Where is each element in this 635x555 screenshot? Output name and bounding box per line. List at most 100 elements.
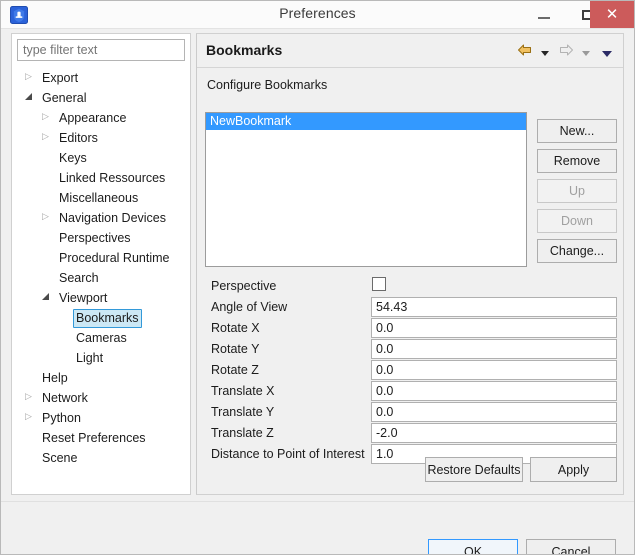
- cancel-button[interactable]: Cancel: [526, 539, 616, 554]
- history-dropdown-caret-icon[interactable]: [602, 50, 612, 57]
- back-arrow-icon[interactable]: [517, 41, 533, 59]
- ok-button[interactable]: OK: [428, 539, 518, 554]
- bookmark-properties-form: Perspective Angle of View Rotate X Rotate Y…: [205, 276, 617, 465]
- down-button: Down: [537, 209, 617, 233]
- form-row: Translate Y: [205, 402, 617, 423]
- form-row: Translate Z: [205, 423, 617, 444]
- tree-item-general[interactable]: General: [13, 87, 189, 107]
- tree-item-linked-ressources[interactable]: Linked Ressources: [13, 167, 189, 187]
- rotate-y-input[interactable]: [371, 339, 617, 359]
- form-label: Distance to Point of Interest: [211, 447, 365, 461]
- expand-arrow-icon[interactable]: ▷: [42, 132, 49, 141]
- expand-arrow-icon[interactable]: ▷: [25, 392, 32, 401]
- form-label: Translate X: [211, 384, 275, 398]
- expand-arrow-icon[interactable]: ▷: [25, 412, 32, 421]
- tree-item-label: Reset Preferences: [42, 431, 146, 445]
- tree-item-python[interactable]: ▷ Python: [13, 407, 189, 427]
- title-bar: Preferences ✕: [1, 1, 634, 29]
- bookmark-list[interactable]: NewBookmark: [205, 112, 527, 267]
- form-label: Angle of View: [211, 300, 288, 314]
- tree-item-label: Miscellaneous: [59, 191, 139, 205]
- tree-item-label: Export: [42, 71, 79, 85]
- expand-arrow-icon[interactable]: ▷: [42, 112, 49, 121]
- translate-y-input[interactable]: [371, 402, 617, 422]
- filter-input[interactable]: [17, 39, 185, 61]
- tree-item-scene[interactable]: Scene: [13, 447, 189, 467]
- expand-arrow-icon[interactable]: ▷: [25, 72, 32, 81]
- form-row: Translate X: [205, 381, 617, 402]
- close-icon: ✕: [605, 6, 619, 23]
- tree-item-viewport[interactable]: Viewport: [13, 287, 189, 307]
- preferences-dialog: Preferences ✕ ▷ExportGeneral▷Appearance▷…: [0, 0, 635, 555]
- preferences-tree-panel: ▷ Export General ▷ Appearance ▷ Editors Keys Lin…: [11, 33, 191, 495]
- tree-item-label: Cameras: [76, 331, 127, 345]
- tree-item-editors[interactable]: ▷ Editors: [13, 127, 189, 147]
- tree-item-label: Appearance: [59, 111, 127, 125]
- tree-item-label: Linked Ressources: [59, 171, 166, 185]
- list-item[interactable]: NewBookmark: [206, 113, 526, 130]
- tree-item-keys[interactable]: Keys: [13, 147, 189, 167]
- tree-item-appearance[interactable]: ▷ Appearance: [13, 107, 189, 127]
- form-row: Rotate X: [205, 318, 617, 339]
- tree-item-label: Help: [42, 371, 68, 385]
- tree-item-network[interactable]: ▷ Network: [13, 387, 189, 407]
- form-label: Rotate Z: [211, 363, 259, 377]
- form-label: Rotate X: [211, 321, 260, 335]
- close-button[interactable]: ✕: [590, 1, 634, 28]
- angle-of-view-input[interactable]: [371, 297, 617, 317]
- page-title: Bookmarks: [206, 42, 283, 58]
- form-row: Perspective: [205, 276, 617, 297]
- form-label: Perspective: [211, 279, 277, 293]
- minimize-button[interactable]: [522, 1, 567, 28]
- preferences-tree[interactable]: ▷ Export General ▷ Appearance ▷ Editors Keys Lin…: [13, 67, 189, 487]
- tree-item-cameras[interactable]: Cameras: [13, 327, 189, 347]
- translate-x-input[interactable]: [371, 381, 617, 401]
- expand-arrow-icon[interactable]: ▷: [42, 212, 49, 221]
- page-description: Configure Bookmarks: [207, 78, 328, 92]
- tree-item-bookmarks[interactable]: Bookmarks: [13, 307, 189, 328]
- tree-item-perspectives[interactable]: Perspectives: [13, 227, 189, 247]
- tree-item-light[interactable]: Light: [13, 347, 189, 367]
- form-label: Translate Z: [211, 426, 274, 440]
- back-dropdown-caret-icon[interactable]: [540, 51, 549, 56]
- apply-button[interactable]: Apply: [530, 457, 617, 482]
- tree-item-label: Python: [42, 411, 81, 425]
- tree-item-search[interactable]: Search: [13, 267, 189, 287]
- navigation-icons: [515, 41, 615, 61]
- remove-button[interactable]: Remove: [537, 149, 617, 173]
- tree-item-help[interactable]: Help: [13, 367, 189, 387]
- form-label: Translate Y: [211, 405, 275, 419]
- forward-arrow-icon: [558, 41, 574, 59]
- tree-item-miscellaneous[interactable]: Miscellaneous: [13, 187, 189, 207]
- translate-z-input[interactable]: [371, 423, 617, 443]
- tree-item-label: Viewport: [59, 291, 108, 305]
- tree-item-label: Navigation Devices: [59, 211, 166, 225]
- change-button[interactable]: Change...: [537, 239, 617, 263]
- tree-item-label: Light: [76, 351, 104, 365]
- tree-item-label: Search: [59, 271, 99, 285]
- collapse-arrow-icon[interactable]: [42, 293, 49, 300]
- content-header: Bookmarks: [197, 34, 623, 68]
- form-row: Angle of View: [205, 297, 617, 318]
- tree-item-label: Editors: [59, 131, 98, 145]
- rotate-x-input[interactable]: [371, 318, 617, 338]
- tree-item-reset-preferences[interactable]: Reset Preferences: [13, 427, 189, 447]
- tree-item-label: Keys: [59, 151, 87, 165]
- form-row: Rotate Z: [205, 360, 617, 381]
- tree-item-navigation-devices[interactable]: ▷ Navigation Devices: [13, 207, 189, 227]
- tree-item-label: General: [42, 91, 87, 105]
- minimize-icon: [538, 17, 550, 19]
- content-panel: Bookmarks Configure Bookmarks NewBookmar…: [196, 33, 624, 495]
- rotate-z-input[interactable]: [371, 360, 617, 380]
- up-button: Up: [537, 179, 617, 203]
- restore-defaults-button[interactable]: Restore Defaults: [425, 457, 523, 482]
- tree-item-procedural-runtime[interactable]: Procedural Runtime: [13, 247, 189, 267]
- new-button[interactable]: New...: [537, 119, 617, 143]
- perspective-checkbox[interactable]: [372, 277, 386, 291]
- dialog-body: ▷ Export General ▷ Appearance ▷ Editors Keys Lin…: [1, 29, 634, 554]
- tree-item-export[interactable]: ▷ Export: [13, 67, 189, 87]
- collapse-arrow-icon[interactable]: [25, 93, 32, 100]
- dialog-footer: OK Cancel: [1, 501, 634, 554]
- form-row: Rotate Y: [205, 339, 617, 360]
- forward-dropdown-caret-icon: [581, 51, 590, 56]
